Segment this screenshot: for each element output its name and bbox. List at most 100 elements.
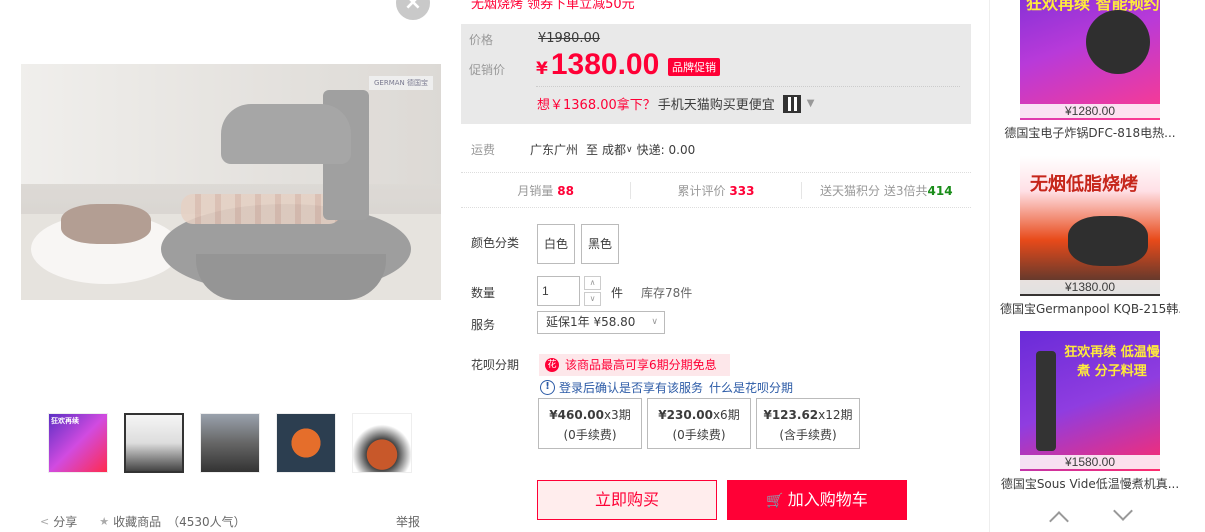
- report-link[interactable]: 举报: [396, 513, 420, 530]
- plan-periods: x12期: [818, 408, 853, 422]
- recommendation-image-text: 狂欢再续 智能预约: [1026, 0, 1160, 13]
- thumbnail-3[interactable]: [200, 413, 260, 473]
- thumbnail-2[interactable]: [124, 413, 184, 473]
- service-label: 服务: [471, 318, 496, 332]
- recommendation-image[interactable]: 无烟低脂烧烤 ¥1380.00: [1020, 156, 1160, 296]
- product-image: [1068, 216, 1148, 266]
- chevron-down-icon: ∨: [651, 317, 658, 327]
- service-value: 延保1年 ¥58.80: [546, 315, 636, 329]
- price-divider: [536, 86, 960, 87]
- stat-label: 累计评价: [677, 183, 726, 198]
- quantity-increase-button[interactable]: ∧: [584, 276, 601, 290]
- promo-price-value: 1380.00: [550, 48, 660, 81]
- ship-destination[interactable]: 成都: [602, 141, 626, 158]
- stat-monthly-sales: 月销量 88: [461, 182, 630, 199]
- recommendation-price: ¥1280.00: [1020, 104, 1160, 118]
- shipping-label: 运费: [471, 143, 496, 157]
- recommendation-item[interactable]: 狂欢再续 智能预约 ¥1280.00 德国宝电子炸锅DFC-818电热...: [1000, 0, 1180, 141]
- price-label: 价格: [469, 33, 494, 47]
- recommendation-name[interactable]: 德国宝Sous Vide低温慢煮机真...: [1000, 475, 1180, 492]
- add-to-cart-label: 加入购物车: [787, 490, 868, 509]
- recommendation-image[interactable]: 狂欢再续 智能预约 ¥1280.00: [1020, 0, 1160, 120]
- scroll-down-button[interactable]: [1113, 501, 1133, 521]
- plan-periods: x6期: [712, 408, 740, 422]
- add-to-cart-button[interactable]: 🛒 加入购物车: [727, 480, 907, 520]
- quantity-input[interactable]: 1: [537, 276, 580, 306]
- huabei-label: 花呗分期: [471, 358, 520, 372]
- favorite-link[interactable]: 收藏商品: [113, 513, 161, 530]
- mobile-deal[interactable]: 想￥1368.00拿下？ 手机天猫购买更便宜 ▼: [537, 94, 814, 113]
- chevron-down-icon: ∨: [589, 294, 596, 303]
- huabei-info: ! 登录后确认是否享有该服务 什么是花呗分期: [540, 379, 793, 396]
- scroll-up-button[interactable]: [1049, 511, 1069, 531]
- recommendation-item[interactable]: 无烟低脂烧烤 ¥1380.00 德国宝Germanpool KQB-215韩..…: [1000, 156, 1180, 317]
- quantity-unit: 件: [611, 286, 624, 300]
- huabei-badge-text: 该商品最高可享6期分期免息: [565, 358, 717, 372]
- service-select[interactable]: 延保1年 ¥58.80 ∨: [537, 311, 665, 334]
- chevron-down-icon[interactable]: ∨: [626, 145, 633, 155]
- thumbnail-5[interactable]: [352, 413, 412, 473]
- thumbnail-4[interactable]: [276, 413, 336, 473]
- sales-stats: 月销量 88 累计评价 333 送天猫积分 送3倍共414: [461, 172, 971, 208]
- plan-periods: x3期: [603, 408, 631, 422]
- stat-value: 414: [927, 183, 953, 198]
- promo-price: ¥ 1380.00: [536, 48, 659, 82]
- shipping-row: 运费 广东广州 至 成都 ∨ 快递: 0.00: [471, 141, 695, 158]
- share-icon: <: [40, 515, 50, 528]
- close-icon: ×: [403, 0, 423, 15]
- qr-code-icon[interactable]: [782, 94, 801, 113]
- favorite-count: （4530人气）: [167, 515, 246, 529]
- stat-label: 送天猫积分: [820, 183, 881, 198]
- recommendation-price: ¥1380.00: [1020, 280, 1160, 294]
- mobile-deal-text: 手机天猫购买更便宜: [657, 98, 775, 113]
- plan-fee: (含手续费): [779, 428, 837, 442]
- close-video-button[interactable]: ×: [396, 0, 430, 20]
- chevron-down-icon: ▼: [806, 98, 815, 109]
- plan-fee: (0手续费): [563, 428, 617, 442]
- thumbnail-1[interactable]: 狂欢再续: [48, 413, 108, 473]
- stat-points: 送天猫积分 送3倍共414: [800, 181, 971, 199]
- plan-amount: ¥230.00: [658, 408, 713, 422]
- product-image: [1036, 351, 1056, 451]
- recommendation-name[interactable]: 德国宝电子炸锅DFC-818电热...: [1000, 124, 1180, 141]
- color-option-black[interactable]: 黑色: [581, 224, 619, 264]
- huabei-login-link[interactable]: 登录后确认是否享有该服务: [559, 379, 703, 396]
- ship-to-word: 至: [586, 143, 599, 157]
- stat-reviews[interactable]: 累计评价 333: [630, 181, 800, 199]
- currency-symbol: ¥: [536, 59, 548, 79]
- color-option-white[interactable]: 白色: [537, 224, 575, 264]
- buy-now-button[interactable]: 立即购买: [537, 480, 717, 520]
- promo-price-label: 促销价: [469, 63, 506, 77]
- quantity-label: 数量: [471, 286, 496, 300]
- recommendation-price: ¥1580.00: [1020, 455, 1160, 469]
- color-label: 颜色分类: [471, 236, 520, 250]
- recommendation-item[interactable]: 狂欢再续 低温慢煮 分子料理 ¥1580.00 德国宝Sous Vide低温慢煮…: [1000, 331, 1180, 492]
- plan-amount: ¥460.00: [549, 408, 604, 422]
- huabei-help-link[interactable]: 什么是花呗分期: [709, 379, 793, 396]
- cart-icon: 🛒: [766, 493, 784, 509]
- installment-plan-6[interactable]: ¥230.00x6期 (0手续费): [647, 398, 751, 449]
- brand-promo-tag: 品牌促销: [668, 58, 720, 76]
- thumbnail-strip: 狂欢再续: [48, 413, 412, 473]
- huabei-icon: 花: [545, 358, 559, 372]
- mobile-deal-price: 想￥1368.00拿下？: [537, 98, 656, 113]
- recommendation-image-text: 狂欢再续 低温慢煮 分子料理: [1064, 345, 1160, 379]
- original-price: ¥1980.00: [538, 31, 601, 46]
- installment-plan-3[interactable]: ¥460.00x3期 (0手续费): [538, 398, 642, 449]
- product-video[interactable]: GERMAN 德国宝: [21, 64, 441, 300]
- star-icon: ★: [99, 515, 110, 528]
- quantity-decrease-button[interactable]: ∨: [584, 292, 601, 306]
- recommendation-divider: [989, 0, 990, 532]
- recommendation-image[interactable]: 狂欢再续 低温慢煮 分子料理 ¥1580.00: [1020, 331, 1160, 471]
- video-overlay: [21, 64, 441, 300]
- stat-extra: 送3倍共: [883, 183, 928, 198]
- chevron-up-icon: ∧: [589, 278, 596, 287]
- share-link[interactable]: 分享: [53, 513, 77, 530]
- promo-banner: 无烟烧烤 领券下单立减50元: [471, 0, 635, 12]
- recommendation-name[interactable]: 德国宝Germanpool KQB-215韩...: [1000, 300, 1180, 317]
- plan-amount: ¥123.62: [763, 408, 819, 422]
- thumbnail-label: 狂欢再续: [51, 417, 79, 425]
- info-icon: !: [540, 380, 555, 395]
- plan-fee: (0手续费): [672, 428, 726, 442]
- installment-plan-12[interactable]: ¥123.62x12期 (含手续费): [756, 398, 860, 449]
